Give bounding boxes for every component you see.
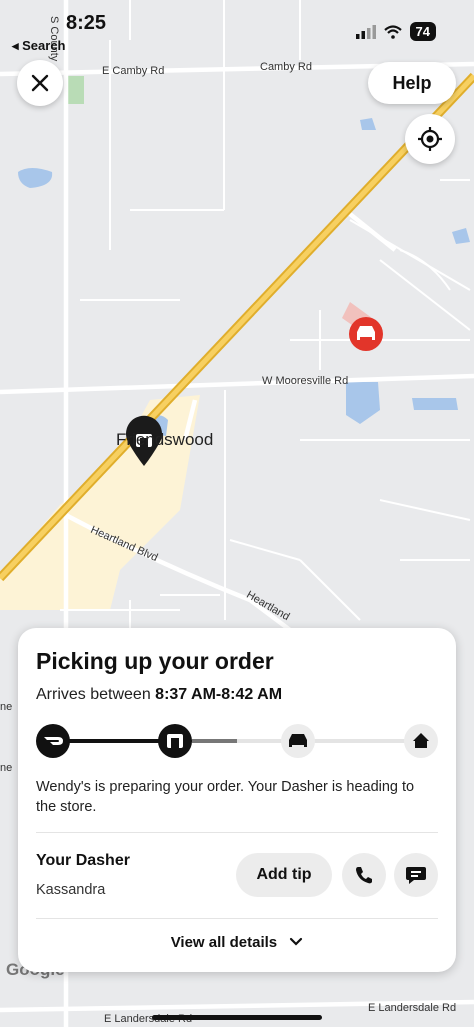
help-button[interactable]: Help — [368, 62, 456, 104]
home-indicator[interactable] — [152, 1015, 322, 1020]
location-target-icon — [418, 127, 442, 151]
chat-icon — [406, 867, 426, 884]
arrival-window: Arrives between 8:37 AM-8:42 AM — [36, 686, 282, 704]
dasher-heading: Your Dasher — [36, 852, 130, 869]
arrival-prefix: Arrives between — [36, 686, 151, 703]
order-status-description: Wendy's is preparing your order. Your Da… — [36, 779, 415, 815]
park — [68, 76, 84, 104]
divider — [36, 918, 438, 919]
order-status-card: Picking up your order Arrives between 8:… — [18, 628, 456, 972]
phone-icon — [356, 867, 372, 884]
step-delivered — [404, 724, 438, 758]
close-button[interactable] — [17, 60, 63, 106]
dasher-name: Kassandra — [36, 882, 106, 898]
view-all-details-label: View all details — [170, 934, 278, 951]
road-label-edge-2: ne — [0, 762, 13, 774]
status-bar: 8:25 ◂ Search 74 — [0, 0, 474, 56]
step-store-pickup — [158, 724, 192, 758]
town-label: Friendswood — [116, 430, 214, 449]
wifi-icon — [383, 24, 402, 39]
add-tip-button[interactable]: Add tip — [236, 853, 332, 897]
status-time: 8:25 — [66, 12, 107, 34]
back-to-search[interactable]: ◂ Search — [12, 38, 66, 54]
arrival-time: 8:37 AM-8:42 AM — [155, 686, 283, 703]
signal-icon — [355, 24, 376, 39]
road-label-e-camby: E Camby Rd — [102, 65, 165, 77]
status-icons: 74 — [355, 22, 436, 41]
road-label-edge-1: ne — [0, 701, 13, 713]
step-dasher-assigned — [36, 724, 70, 758]
chevron-down-icon — [290, 937, 303, 946]
battery-level: 74 — [409, 22, 436, 41]
road-label-camby: Camby Rd — [260, 61, 312, 73]
view-all-details-button[interactable]: View all details — [18, 934, 456, 951]
call-dasher-button[interactable] — [342, 853, 386, 897]
lake — [412, 398, 458, 410]
road-label-landersdale-right: E Landersdale Rd — [368, 1002, 457, 1014]
step-on-the-way — [281, 724, 315, 758]
close-icon — [31, 74, 49, 92]
order-status-title: Picking up your order — [36, 648, 274, 674]
recenter-button[interactable] — [405, 114, 455, 164]
order-progress-tracker — [36, 724, 438, 758]
message-dasher-button[interactable] — [394, 853, 438, 897]
road-label-mooresville: W Mooresville Rd — [262, 375, 349, 387]
divider — [36, 832, 438, 833]
